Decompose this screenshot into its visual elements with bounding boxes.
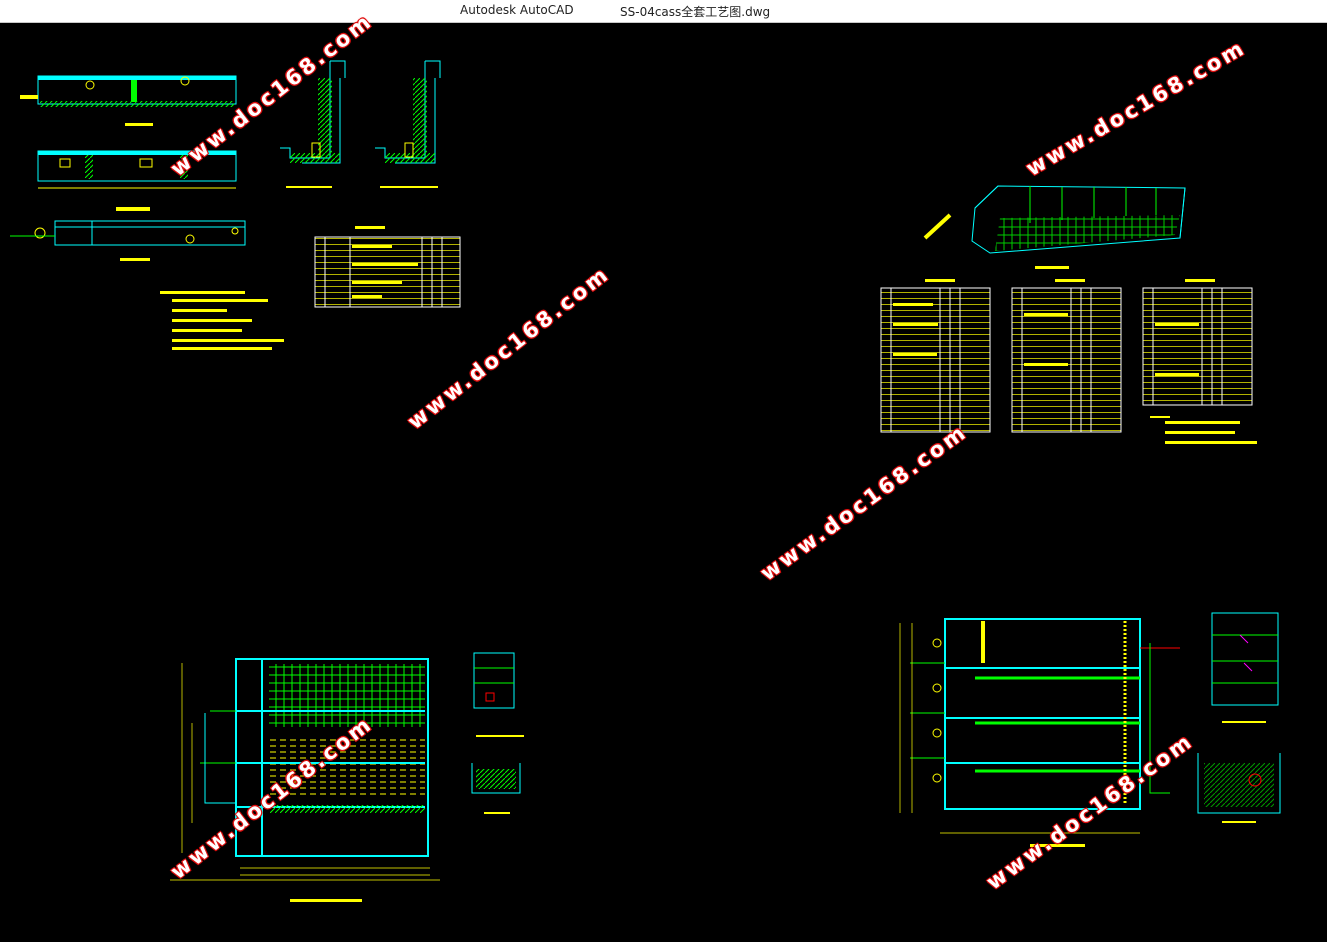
small-details-left xyxy=(471,652,524,814)
equipment-table-left xyxy=(314,226,461,308)
window-titlebar: Autodesk AutoCAD SS-04cass全套工艺图.dwg xyxy=(0,0,1327,23)
small-details-right xyxy=(1197,612,1281,823)
plan-view-right xyxy=(899,618,1180,847)
document-title: SS-04cass全套工艺图.dwg xyxy=(620,5,771,19)
isometric-tank xyxy=(923,185,1186,269)
drawing-canvas[interactable]: www.doc168.com www.doc168.com www.doc168… xyxy=(0,8,1327,942)
material-tables-right xyxy=(880,279,1257,444)
app-title: Autodesk AutoCAD xyxy=(460,3,574,17)
